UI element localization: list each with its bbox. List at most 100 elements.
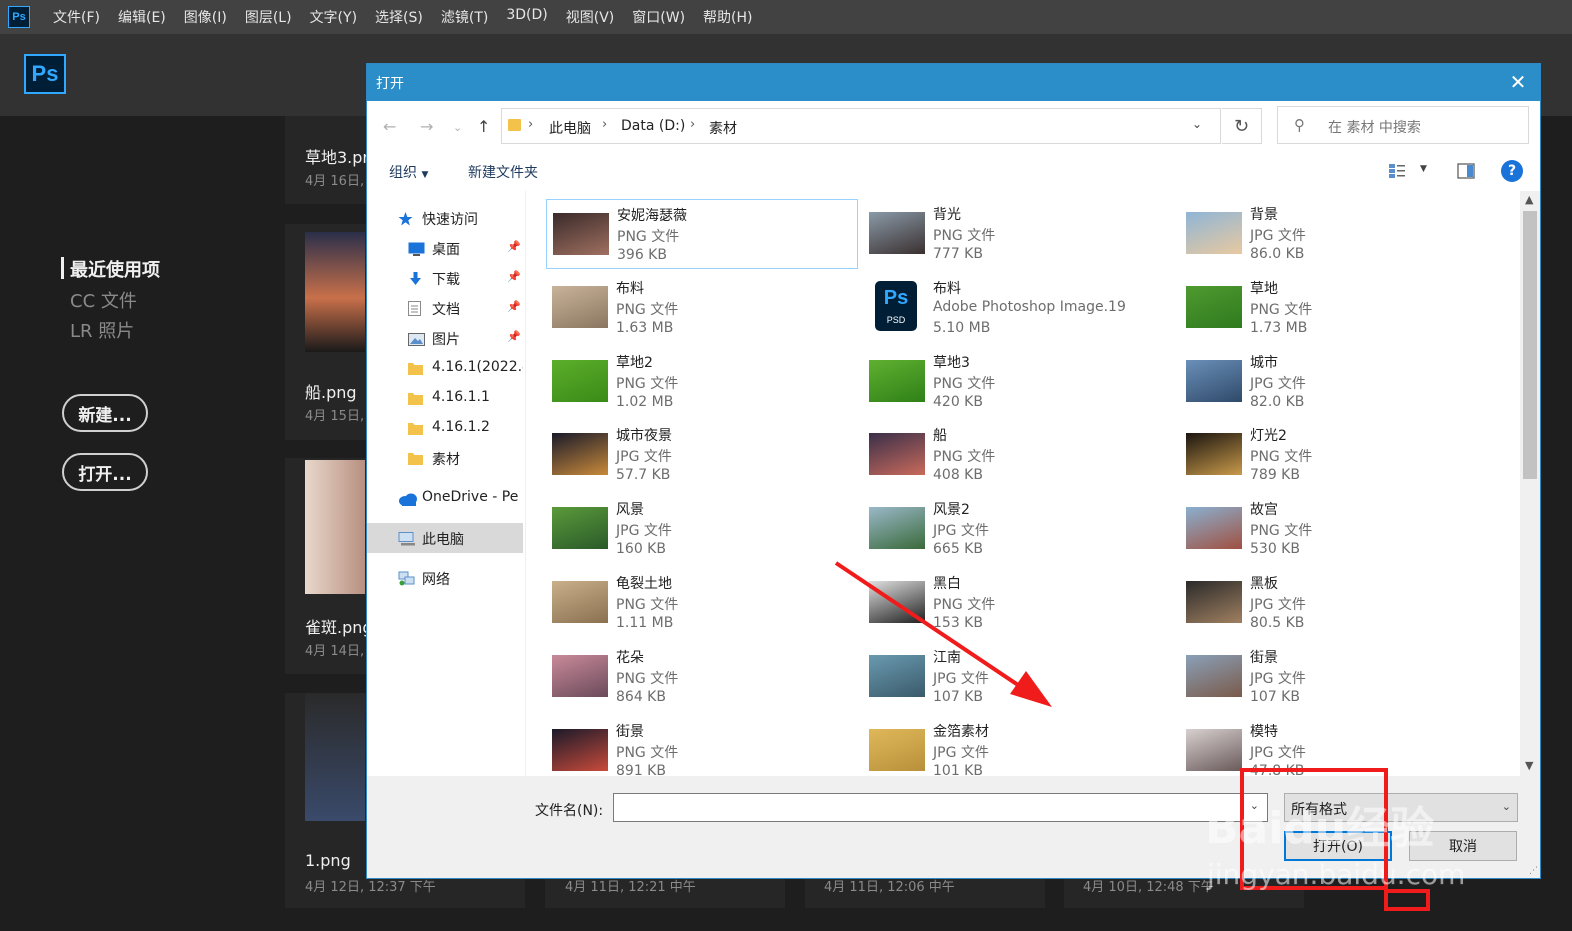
chevron-right-icon[interactable]: › (602, 117, 607, 132)
help-icon[interactable]: ? (1501, 160, 1523, 182)
pin-icon[interactable]: 📌 (507, 300, 521, 313)
file-item[interactable]: 黑白 PNG 文件 153 KB (863, 568, 1175, 638)
file-item[interactable]: 草地 PNG 文件 1.73 MB (1180, 273, 1492, 343)
file-item[interactable]: 黑板 JPG 文件 80.5 KB (1180, 568, 1492, 638)
file-type: PNG 文件 (1250, 301, 1313, 318)
resize-grip-icon[interactable]: ⋰ (1529, 866, 1538, 876)
search-input[interactable]: ⚲ 在 素材 中搜索 (1277, 106, 1529, 144)
file-item[interactable]: 街景 JPG 文件 107 KB (1180, 642, 1492, 712)
file-item[interactable]: 灯光2 PNG 文件 789 KB (1180, 420, 1492, 490)
nav-item[interactable]: OneDrive - Pe (367, 483, 523, 513)
menu-item[interactable]: 帮助(H) (694, 7, 761, 27)
organize-menu[interactable]: 组织 ▼ (389, 162, 428, 182)
chevron-right-icon[interactable]: › (528, 117, 533, 132)
nav-item[interactable]: 网络 (367, 563, 523, 593)
file-thumbnail (869, 507, 925, 550)
menu-item[interactable]: 窗口(W) (623, 7, 694, 27)
recent-thumbnail (305, 693, 365, 821)
file-item[interactable]: 风景2 JPG 文件 665 KB (863, 494, 1175, 564)
breadcrumb-this-pc[interactable]: 此电脑 (549, 118, 591, 138)
file-size: 80.5 KB (1250, 615, 1305, 631)
filename-field[interactable]: ⌄ (613, 793, 1268, 822)
menu-item[interactable]: 滤镜(T) (432, 7, 497, 27)
menu-item[interactable]: 3D(D) (497, 7, 556, 27)
file-item[interactable]: 模特 JPG 文件 47.8 KB (1180, 716, 1492, 776)
chevron-right-icon[interactable]: › (690, 117, 695, 132)
pin-icon[interactable]: 📌 (507, 270, 521, 283)
menu-item[interactable]: 文字(Y) (301, 7, 366, 27)
menu-item[interactable]: 选择(S) (366, 7, 432, 27)
up-arrow-icon[interactable]: ↑ (477, 117, 490, 136)
chevron-down-icon[interactable]: ⌄ (1192, 117, 1202, 131)
file-item[interactable]: 故宫 PNG 文件 530 KB (1180, 494, 1492, 564)
file-item[interactable]: 船 PNG 文件 408 KB (863, 420, 1175, 490)
menu-item[interactable]: 编辑(E) (109, 7, 175, 27)
vertical-scrollbar[interactable]: ▲ ▼ (1520, 191, 1540, 776)
file-item[interactable]: 城市夜景 JPG 文件 57.7 KB (546, 420, 858, 490)
file-name: 花朵 (616, 649, 644, 666)
file-item[interactable]: 街景 PNG 文件 891 KB (546, 716, 858, 776)
file-item[interactable]: 安妮海瑟薇 PNG 文件 396 KB (546, 199, 858, 269)
forward-arrow-icon[interactable]: → (420, 117, 433, 136)
close-icon[interactable]: ✕ (1506, 70, 1530, 94)
nav-item[interactable]: 图片 📌 (367, 323, 523, 353)
nav-item[interactable]: 桌面 📌 (367, 233, 523, 263)
new-button[interactable]: 新建... (62, 394, 148, 432)
scroll-up-icon[interactable]: ▲ (1525, 193, 1533, 206)
file-item[interactable]: 江南 JPG 文件 107 KB (863, 642, 1175, 712)
nav-item[interactable]: 文档 📌 (367, 293, 523, 323)
file-item[interactable]: 龟裂土地 PNG 文件 1.11 MB (546, 568, 858, 638)
nav-cc-files[interactable]: CC 文件 (70, 287, 137, 313)
nav-item[interactable]: 快速访问 (367, 203, 523, 233)
nav-item[interactable]: 4.16.1(2022.4 (367, 353, 523, 383)
nav-lr-photos[interactable]: LR 照片 (70, 317, 134, 343)
change-view-icon[interactable] (1388, 163, 1406, 179)
nav-item[interactable]: 此电脑 (367, 523, 523, 553)
file-item[interactable]: 背景 JPG 文件 86.0 KB (1180, 199, 1492, 269)
breadcrumb-drive[interactable]: Data (D:) (621, 118, 685, 134)
recent-name: 草地3.pn (305, 148, 373, 167)
file-name: 草地2 (616, 354, 653, 371)
file-thumbnail (1186, 285, 1242, 328)
nav-item[interactable]: 4.16.1.1 (367, 383, 523, 413)
preview-pane-icon[interactable] (1457, 163, 1475, 179)
file-item[interactable]: Ps PSD 布料 Adobe Photoshop Image.19 5.10 MB (863, 273, 1175, 343)
recent-date: 4月 15日, (305, 409, 365, 424)
pin-icon[interactable]: 📌 (507, 240, 521, 253)
view-options-chevron-icon[interactable]: ▼ (1420, 164, 1427, 174)
file-thumbnail (869, 581, 925, 623)
file-item[interactable]: 草地3 PNG 文件 420 KB (863, 347, 1175, 417)
file-name: 草地 (1250, 280, 1278, 297)
refresh-icon[interactable]: ↻ (1222, 108, 1262, 144)
scroll-thumb[interactable] (1523, 211, 1537, 479)
file-item[interactable]: 背光 PNG 文件 777 KB (863, 199, 1175, 269)
nav-item[interactable]: 素材 (367, 443, 523, 473)
file-item[interactable]: 城市 JPG 文件 82.0 KB (1180, 347, 1492, 417)
file-item[interactable]: 草地2 PNG 文件 1.02 MB (546, 347, 858, 417)
new-folder-button[interactable]: 新建文件夹 (468, 162, 538, 182)
file-type: JPG 文件 (1250, 375, 1306, 392)
file-item[interactable]: 金箔素材 JPG 文件 101 KB (863, 716, 1175, 776)
file-thumbnail (552, 359, 608, 402)
back-arrow-icon[interactable]: ← (383, 117, 396, 136)
nav-item[interactable]: 下载 📌 (367, 263, 523, 293)
file-thumbnail (553, 213, 609, 255)
breadcrumb-folder[interactable]: 素材 (709, 118, 737, 138)
menu-item[interactable]: 视图(V) (557, 7, 624, 27)
menu-item[interactable]: 图像(I) (175, 7, 236, 27)
scroll-down-icon[interactable]: ▼ (1525, 759, 1533, 772)
file-thumbnail (869, 728, 925, 771)
nav-item[interactable]: 4.16.1.2 (367, 413, 523, 443)
file-item[interactable]: 花朵 PNG 文件 864 KB (546, 642, 858, 712)
file-size: 1.02 MB (616, 393, 674, 410)
file-item[interactable]: 布料 PNG 文件 1.63 MB (546, 273, 858, 343)
file-size: 82.0 KB (1250, 393, 1305, 410)
address-bar[interactable]: › 此电脑 › Data (D:) › 素材 ⌄ (501, 108, 1221, 144)
menu-item[interactable]: 图层(L) (236, 7, 301, 27)
file-item[interactable]: 风景 JPG 文件 160 KB (546, 494, 858, 564)
menu-item[interactable]: 文件(F) (44, 7, 109, 27)
open-button[interactable]: 打开... (62, 453, 148, 491)
recent-locations-chevron-icon[interactable]: ⌄ (453, 121, 462, 134)
nav-recent[interactable]: 最近使用项 (70, 256, 160, 282)
pin-icon[interactable]: 📌 (507, 330, 521, 343)
